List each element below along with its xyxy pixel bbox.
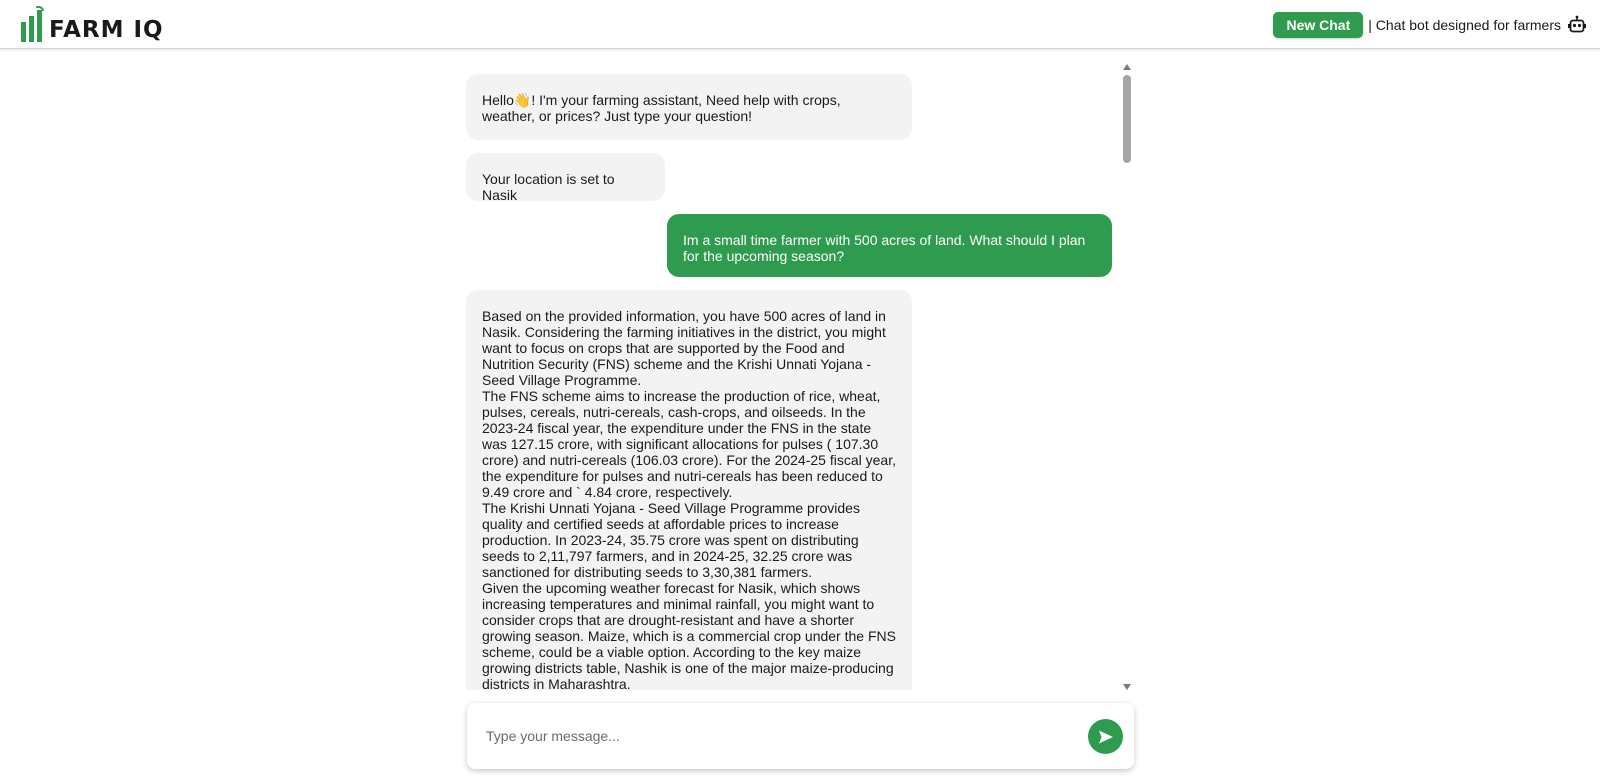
- new-chat-button[interactable]: New Chat: [1273, 11, 1364, 38]
- tagline: | Chat bot designed for farmers: [1368, 16, 1561, 33]
- message-paragraph: Given the upcoming weather forecast for …: [482, 580, 896, 690]
- chat-scrollbar[interactable]: [1118, 64, 1138, 690]
- bot-message: Based on the provided information, you h…: [466, 290, 912, 690]
- bot-message: Hello👋! I'm your farming assistant, Need…: [466, 74, 912, 140]
- message-paragraph: The Krishi Unnati Yojana - Seed Village …: [482, 500, 860, 580]
- user-message: Im a small time farmer with 500 acres of…: [667, 214, 1112, 277]
- bot-message: Your location is set to Nasik: [466, 153, 665, 203]
- message-paragraph: Based on the provided information, you h…: [482, 308, 886, 388]
- message-input[interactable]: [486, 725, 1056, 747]
- header-actions: New Chat | Chat bot designed for farmers: [1273, 11, 1587, 38]
- message-text: Im a small time farmer with 500 acres of…: [683, 232, 1086, 264]
- scroll-up-arrow-icon[interactable]: [1123, 64, 1131, 70]
- scroll-down-arrow-icon[interactable]: [1123, 684, 1131, 690]
- app-header: FARM IQ New Chat | Chat bot designed for…: [0, 0, 1600, 49]
- logo-icon: [21, 6, 45, 42]
- robot-icon: [1568, 15, 1586, 32]
- message-paragraph: The FNS scheme aims to increase the prod…: [482, 388, 896, 500]
- message-composer: [467, 703, 1134, 769]
- send-icon: [1098, 730, 1113, 743]
- message-text: Your location is set to Nasik: [482, 171, 615, 203]
- logo-text: FARM IQ: [49, 17, 164, 43]
- scrollbar-thumb[interactable]: [1123, 75, 1131, 163]
- chat-history[interactable]: Hello👋! I'm your farming assistant, Need…: [466, 64, 1116, 690]
- send-button[interactable]: [1088, 719, 1123, 754]
- logo[interactable]: FARM IQ: [21, 4, 164, 42]
- message-text: Hello👋! I'm your farming assistant, Need…: [482, 92, 841, 124]
